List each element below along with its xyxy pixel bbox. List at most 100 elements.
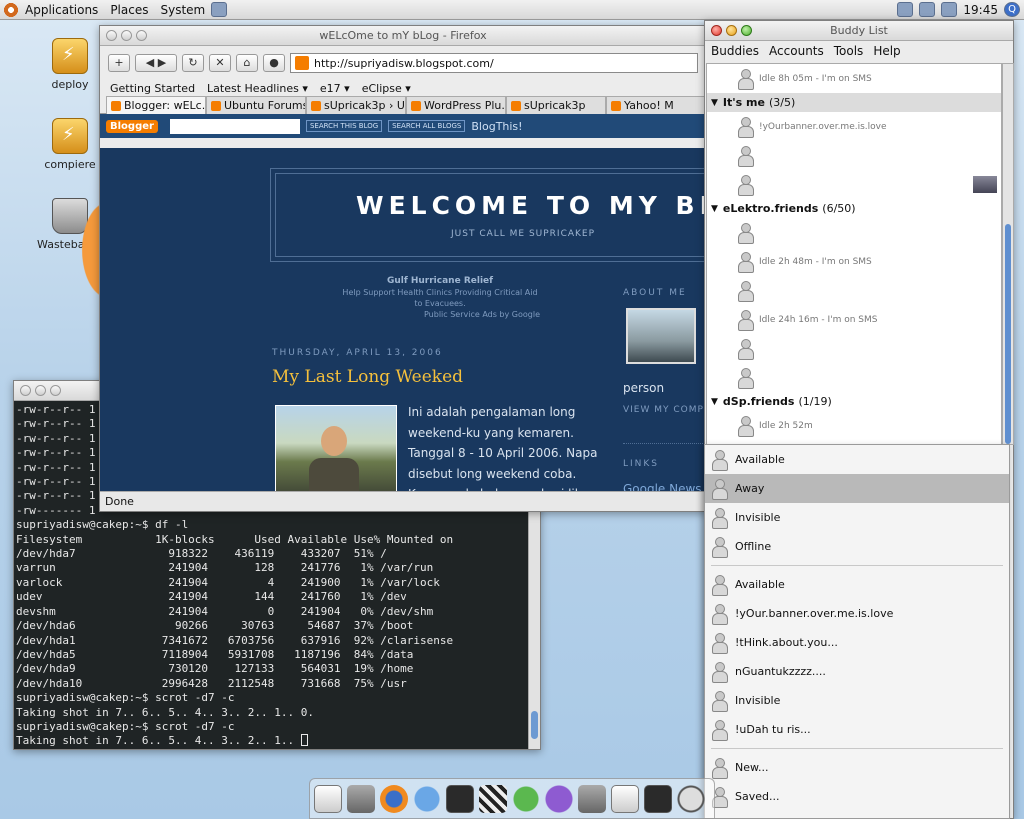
expand-arrow-icon[interactable]: ▼ [711, 204, 718, 214]
buddy-row[interactable] [707, 363, 1001, 392]
minimize-icon[interactable] [726, 25, 737, 36]
minimize-icon[interactable] [121, 30, 132, 41]
buddy-row[interactable] [707, 141, 1001, 170]
close-icon[interactable] [20, 385, 31, 396]
blog-title[interactable]: WELCOME TO MY BLOG [356, 191, 706, 220]
status-option[interactable]: !tHink.about.you... [705, 628, 1009, 657]
tab-supricak3p-us[interactable]: sUpricak3p › Us... [306, 96, 406, 114]
clock-icon[interactable] [677, 784, 705, 813]
firefox-window[interactable]: wELcOme to mY bLog - Firefox + ◀ ▶ ↻ ✕ ⌂… [99, 25, 707, 512]
post-title[interactable]: My Last Long Weeked [272, 367, 463, 387]
menu-applications[interactable]: Applications [19, 3, 104, 17]
network-icon[interactable] [919, 2, 936, 17]
buddy-tree[interactable]: Idle 8h 05m - I'm on SMS ▼ It's me (3/5) !yO… [706, 63, 1002, 445]
home-folder-icon[interactable] [314, 784, 342, 813]
system-preferences-icon[interactable] [578, 784, 606, 813]
new-tab-icon[interactable]: + [108, 54, 130, 72]
back-forward-button[interactable]: ◀ ▶ [135, 54, 177, 72]
blog-search-input[interactable] [169, 118, 300, 134]
search-this-blog-button[interactable]: SEARCH THIS BLOG [305, 120, 383, 132]
maximize-icon[interactable] [50, 385, 61, 396]
status-option[interactable]: Away [705, 474, 1009, 503]
buddy-group[interactable]: ▼ dSp.friends (1/19) [707, 392, 1001, 411]
close-icon[interactable] [106, 30, 117, 41]
terminal-icon[interactable] [446, 784, 474, 813]
home-folder-icon[interactable] [611, 784, 639, 813]
scrollbar-thumb[interactable] [1005, 224, 1011, 444]
tab-yahoo[interactable]: Yahoo! M [606, 96, 706, 114]
status-option[interactable]: nGuantukzzzz.... [705, 657, 1009, 686]
scrollbar-thumb[interactable] [531, 711, 538, 739]
menu-tools[interactable]: Tools [834, 44, 864, 58]
buddy-row[interactable] [707, 218, 1001, 247]
bookmark-getting-started[interactable]: Getting Started [110, 82, 195, 95]
status-option[interactable]: Invisible [705, 686, 1009, 715]
status-option[interactable]: Available [705, 445, 1009, 474]
bookmark-e17[interactable]: e17 ▾ [320, 82, 350, 95]
buddy-row[interactable]: Idle 2h 52m [707, 411, 1001, 440]
status-selector-menu[interactable]: Available Away Invisible Offline Available !y… [704, 444, 1010, 819]
music-player-icon[interactable] [512, 784, 540, 813]
clock[interactable]: 19:45 [963, 3, 998, 17]
buddy-list-titlebar[interactable]: Buddy List [705, 21, 1013, 41]
media-app-icon[interactable] [545, 784, 573, 813]
url-text[interactable]: http://supriyadisw.blogspot.com/ [314, 57, 494, 70]
blogger-logo[interactable]: Blogger [106, 119, 158, 133]
buddy-row[interactable] [707, 334, 1001, 363]
stop-icon[interactable]: ✕ [209, 54, 231, 72]
search-icon[interactable]: Q [1004, 2, 1020, 17]
buddy-row[interactable]: !yOurbanner.over.me.is.love [707, 112, 1001, 141]
status-option[interactable]: Offline [705, 532, 1009, 561]
buddy-row[interactable] [707, 276, 1001, 305]
status-option[interactable]: Saved... [705, 782, 1009, 811]
video-player-icon[interactable] [479, 784, 507, 813]
terminal-icon[interactable] [644, 784, 672, 813]
buddy-row[interactable]: Idle 24h 16m - I'm on SMS [707, 305, 1001, 334]
bookmark-eclipse[interactable]: eClipse ▾ [362, 82, 411, 95]
bookmark-latest-headlines[interactable]: Latest Headlines ▾ [207, 82, 308, 95]
buddy-row[interactable]: Idle 8h 05m - I'm on SMS [707, 64, 1001, 93]
expand-arrow-icon[interactable]: ▼ [711, 98, 718, 108]
volume-icon[interactable] [941, 2, 958, 17]
terminal-launcher-icon[interactable] [211, 2, 228, 17]
maximize-icon[interactable] [136, 30, 147, 41]
expand-arrow-icon[interactable]: ▼ [711, 397, 718, 407]
buddy-scrollbar[interactable] [1002, 63, 1014, 445]
ad-title[interactable]: Gulf Hurricane Relief [340, 276, 540, 287]
pidgin-icon[interactable] [413, 784, 441, 813]
buddy-row[interactable] [707, 170, 1001, 199]
search-all-blogs-button[interactable]: SEARCH ALL BLOGS [388, 120, 466, 132]
tab-supricak3p[interactable]: sUpricak3p [506, 96, 606, 114]
status-option[interactable]: !uDah tu ris... [705, 715, 1009, 744]
photo-viewer-icon[interactable] [347, 784, 375, 813]
desktop-icon-compiere[interactable]: compiere [30, 118, 110, 171]
desktop-icon-deploy[interactable]: deploy [30, 38, 110, 91]
menu-buddies[interactable]: Buddies [711, 44, 759, 58]
status-option[interactable]: Invisible [705, 503, 1009, 532]
google-ad[interactable]: Gulf Hurricane Relief Help Support Healt… [340, 276, 540, 320]
firefox-icon[interactable] [380, 784, 408, 813]
view-profile-link[interactable]: VIEW MY COMP [623, 405, 704, 415]
ubuntu-logo-icon[interactable] [3, 1, 19, 18]
buddy-row[interactable]: Idle 2h 48m - I'm on SMS [707, 247, 1001, 276]
buddy-group[interactable]: ▼ eLektro.friends (6/50) [707, 199, 1001, 218]
minimize-icon[interactable] [35, 385, 46, 396]
home-icon[interactable]: ⌂ [236, 54, 258, 72]
status-option[interactable]: !yOur.banner.over.me.is.love [705, 599, 1009, 628]
tab-blogger[interactable]: Blogger: wELc... [106, 96, 206, 114]
status-option[interactable]: Available [705, 570, 1009, 599]
menu-system[interactable]: System [154, 3, 211, 17]
menu-help[interactable]: Help [873, 44, 900, 58]
menu-places[interactable]: Places [104, 3, 154, 17]
tab-wordpress-plugins[interactable]: WordPress Plu... [406, 96, 506, 114]
url-bar[interactable]: http://supriyadisw.blogspot.com/ [290, 53, 698, 73]
blog-page[interactable]: WELCOME TO MY BLOG JUST CALL ME SUPRICAK… [100, 148, 706, 493]
bookmark-star-icon[interactable]: ● [263, 54, 285, 72]
maximize-icon[interactable] [741, 25, 752, 36]
firefox-titlebar[interactable]: wELcOme to mY bLog - Firefox [100, 26, 706, 46]
close-icon[interactable] [711, 25, 722, 36]
status-option[interactable]: New... [705, 753, 1009, 782]
buddy-group[interactable]: ▼ It's me (3/5) [707, 93, 1001, 112]
blog-this-link[interactable]: BlogThis! [471, 120, 522, 133]
pidgin-tray-icon[interactable] [897, 2, 914, 17]
